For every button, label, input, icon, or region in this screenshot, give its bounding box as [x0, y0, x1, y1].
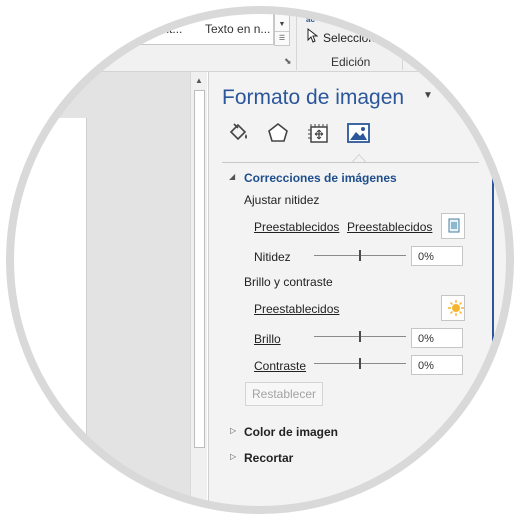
editing-group-label: Edición [331, 55, 371, 69]
cursor-arrow-icon[interactable] [307, 27, 319, 48]
screenshot-stage: AaBbCc nfasis int... Texto en n... ▼ ▼ ☰… [0, 0, 520, 520]
expand-triangle-icon[interactable]: ▷ [230, 426, 236, 435]
vertical-scrollbar[interactable]: ▲ [190, 72, 207, 520]
paint-bucket-icon [225, 120, 253, 146]
select-button-label[interactable]: Seleccionar [323, 31, 386, 45]
gallery-scroll: ▼ ▼ ☰ [274, 4, 290, 46]
replace-icon[interactable]: ab ac [306, 6, 315, 24]
ribbon-separator [402, 4, 403, 70]
slider-thumb[interactable] [359, 250, 361, 261]
brightness-contrast-heading: Brillo y contraste [244, 275, 333, 289]
section-color-header[interactable]: Color de imagen [244, 425, 338, 439]
collapse-triangle-icon[interactable]: ◢ [229, 172, 235, 181]
section-corrections-header[interactable]: Correcciones de imágenes [244, 171, 397, 185]
expand-triangle-icon[interactable]: ▷ [230, 452, 236, 461]
document-ruler-strip [0, 72, 82, 86]
format-picture-pane: Formato de imagen ▼ ◢ Correcciones de im… [208, 72, 520, 520]
scroll-up-icon[interactable]: ▲ [191, 74, 207, 88]
style-item-top[interactable]: AaBbCc [211, 0, 259, 11]
contrast-label: Contraste [254, 359, 307, 373]
style-item-text[interactable]: Texto en n... [205, 22, 270, 36]
active-tab-pointer-fill [353, 155, 365, 162]
sharpen-heading: Ajustar nitidez [244, 193, 320, 207]
replace-button-label[interactable]: Re [322, 6, 337, 20]
brightness-presets-button[interactable] [441, 295, 465, 321]
gallery-down-icon[interactable]: ▼ [275, 18, 289, 31]
styles-gallery[interactable]: AaBbCc nfasis int... Texto en n... [120, 0, 274, 45]
ribbon: AaBbCc nfasis int... Texto en n... ▼ ▼ ☰… [0, 0, 520, 72]
sharpness-slider[interactable] [314, 250, 406, 262]
layout-size-icon [306, 120, 334, 146]
slider-thumb[interactable] [359, 331, 361, 342]
dialog-launcher-icon[interactable]: ⬊ [284, 56, 292, 67]
gallery-more-icon[interactable]: ☰ [275, 31, 289, 45]
sharpen-presets-label-2: Preestablecidos [347, 220, 433, 234]
slider-thumb[interactable] [359, 358, 361, 369]
sharpness-label: Nitidez [254, 250, 291, 264]
tab-effects[interactable] [265, 120, 293, 146]
gallery-up-icon[interactable]: ▼ [275, 5, 289, 18]
pane-scroll-accent [492, 160, 494, 360]
style-item-emphasis[interactable]: nfasis int... [125, 22, 182, 36]
document-page[interactable] [0, 118, 87, 520]
ribbon-separator [296, 4, 297, 70]
tab-fill-line[interactable] [225, 120, 253, 146]
pane-title: Formato de imagen [222, 86, 405, 109]
sharpness-field[interactable]: 0% [411, 246, 463, 266]
contrast-field[interactable]: 0% [411, 355, 463, 375]
sharpen-preset-thumbnail-icon [442, 218, 464, 238]
sharpen-presets-label: Preestablecidos [254, 220, 340, 234]
brightness-slider[interactable] [314, 331, 406, 343]
reset-button[interactable]: Restablecer [245, 382, 323, 406]
bc-presets-label: Preestablecidos [254, 302, 340, 316]
sun-icon [442, 300, 464, 320]
tab-picture[interactable] [345, 120, 373, 146]
picture-icon [345, 120, 373, 146]
contrast-slider[interactable] [314, 358, 406, 370]
scroll-thumb[interactable] [194, 90, 205, 448]
sharpen-presets-button[interactable] [441, 213, 465, 239]
tab-layout-properties[interactable] [306, 120, 334, 146]
brightness-field[interactable]: 0% [411, 328, 463, 348]
section-crop-header[interactable]: Recortar [244, 451, 293, 465]
pentagon-icon [265, 120, 293, 146]
pane-divider [222, 162, 479, 163]
pane-options-dropdown-icon[interactable]: ▼ [423, 90, 433, 101]
brightness-label: Brillo [254, 332, 281, 346]
